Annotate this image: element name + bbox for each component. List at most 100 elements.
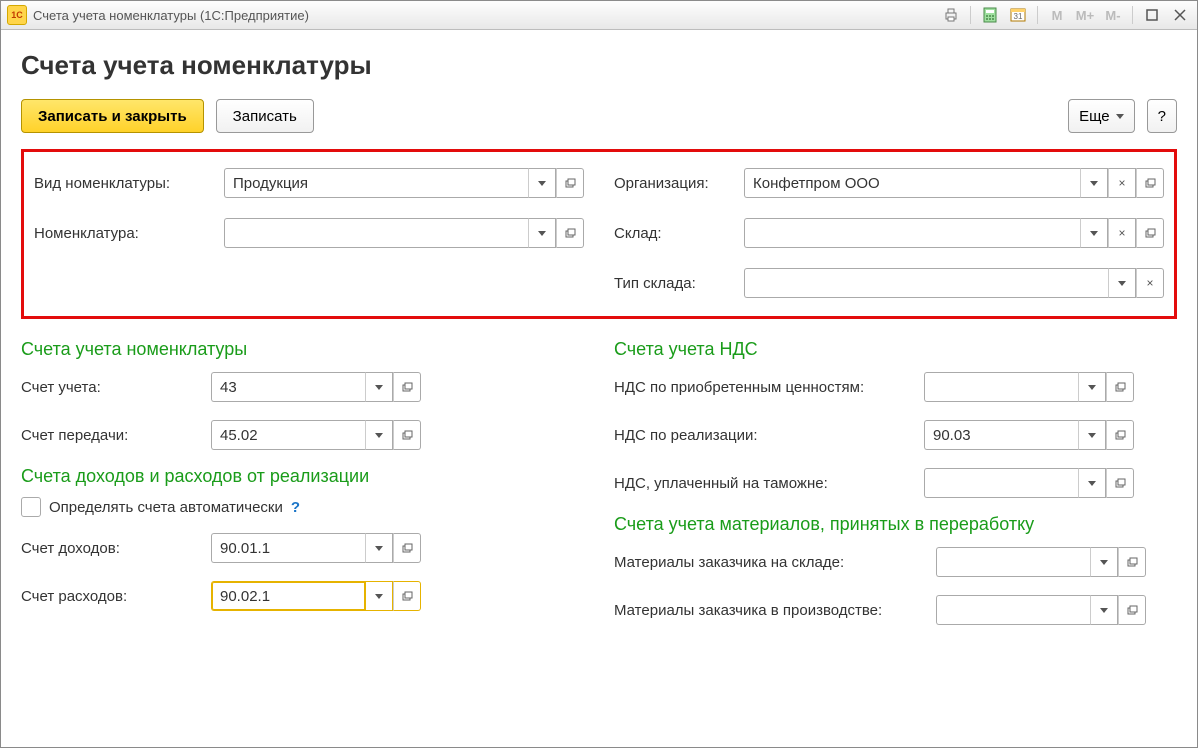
chevron-down-icon	[375, 594, 383, 599]
warehouse-input[interactable]	[744, 218, 1080, 248]
accounts-section-title: Счета учета номенклатуры	[21, 339, 584, 360]
vat-purchase-dropdown-button[interactable]	[1078, 372, 1106, 402]
kind-combo: Продукция	[224, 168, 584, 198]
chevron-down-icon	[1088, 481, 1096, 486]
expense-input[interactable]: 90.02.1	[211, 581, 365, 611]
income-label: Счет доходов:	[21, 540, 201, 557]
org-open-button[interactable]	[1136, 168, 1164, 198]
vat-customs-combo	[924, 468, 1134, 498]
mat-prod-input[interactable]	[936, 595, 1090, 625]
content: Счета учета номенклатуры Записать и закр…	[1, 30, 1197, 747]
nomen-open-button[interactable]	[556, 218, 584, 248]
mat-stock-combo	[936, 547, 1146, 577]
vat-sales-input[interactable]: 90.03	[924, 420, 1078, 450]
nomen-label: Номенклатура:	[34, 225, 214, 242]
chevron-down-icon	[1100, 560, 1108, 565]
mat-prod-label: Материалы заказчика в производстве:	[614, 602, 926, 619]
calculator-icon[interactable]	[979, 5, 1001, 25]
vat-sales-dropdown-button[interactable]	[1078, 420, 1106, 450]
save-and-close-label: Записать и закрыть	[38, 108, 187, 125]
vat-sales-open-button[interactable]	[1106, 420, 1134, 450]
vat-purchase-combo	[924, 372, 1134, 402]
open-icon	[1144, 177, 1156, 189]
app-window: 1C Счета учета номенклатуры (1С:Предприя…	[0, 0, 1198, 748]
chevron-down-icon	[538, 231, 546, 236]
warehouse-label: Склад:	[614, 225, 734, 242]
nomen-combo	[224, 218, 584, 248]
vat-customs-open-button[interactable]	[1106, 468, 1134, 498]
vat-customs-dropdown-button[interactable]	[1078, 468, 1106, 498]
wtype-clear-button[interactable]: ×	[1136, 268, 1164, 298]
save-label: Записать	[233, 108, 297, 125]
mat-stock-dropdown-button[interactable]	[1090, 547, 1118, 577]
open-icon	[401, 590, 413, 602]
vat-purchase-open-button[interactable]	[1106, 372, 1134, 402]
expense-open-button[interactable]	[393, 581, 421, 611]
chevron-down-icon	[375, 433, 383, 438]
transfer-open-button[interactable]	[393, 420, 421, 450]
kind-input[interactable]: Продукция	[224, 168, 528, 198]
mat-stock-open-button[interactable]	[1118, 547, 1146, 577]
memory-mplus-icon[interactable]: M+	[1074, 5, 1096, 25]
vat-purchase-label: НДС по приобретенным ценностям:	[614, 379, 914, 396]
open-icon	[1114, 381, 1126, 393]
income-input[interactable]: 90.01.1	[211, 533, 365, 563]
warehouse-clear-button[interactable]: ×	[1108, 218, 1136, 248]
account-label: Счет учета:	[21, 379, 201, 396]
page-title: Счета учета номенклатуры	[21, 50, 1177, 81]
mat-prod-dropdown-button[interactable]	[1090, 595, 1118, 625]
window-title: Счета учета номенклатуры (1С:Предприятие…	[33, 8, 309, 23]
chevron-down-icon	[375, 546, 383, 551]
expense-combo: 90.02.1	[211, 581, 421, 611]
titlebar: 1C Счета учета номенклатуры (1С:Предприя…	[1, 1, 1197, 30]
filter-group: Вид номенклатуры: Продукция Номенклатура…	[21, 149, 1177, 319]
income-dropdown-button[interactable]	[365, 533, 393, 563]
mat-prod-combo	[936, 595, 1146, 625]
vat-purchase-input[interactable]	[924, 372, 1078, 402]
maximize-icon[interactable]	[1141, 5, 1163, 25]
account-input[interactable]: 43	[211, 372, 365, 402]
memory-mminus-icon[interactable]: M-	[1102, 5, 1124, 25]
chevron-down-icon	[538, 181, 546, 186]
chevron-down-icon	[1116, 114, 1124, 119]
chevron-down-icon	[1090, 181, 1098, 186]
wtype-input[interactable]	[744, 268, 1108, 298]
kind-dropdown-button[interactable]	[528, 168, 556, 198]
org-clear-button[interactable]: ×	[1108, 168, 1136, 198]
save-button[interactable]: Записать	[216, 99, 314, 133]
wtype-dropdown-button[interactable]	[1108, 268, 1136, 298]
mat-prod-open-button[interactable]	[1118, 595, 1146, 625]
org-input[interactable]: Конфетпром ООО	[744, 168, 1080, 198]
warehouse-open-button[interactable]	[1136, 218, 1164, 248]
chevron-down-icon	[1088, 433, 1096, 438]
expense-dropdown-button[interactable]	[365, 581, 393, 611]
vat-sales-label: НДС по реализации:	[614, 427, 914, 444]
warehouse-dropdown-button[interactable]	[1080, 218, 1108, 248]
more-button[interactable]: Еще	[1068, 99, 1135, 133]
nomen-dropdown-button[interactable]	[528, 218, 556, 248]
close-icon[interactable]	[1169, 5, 1191, 25]
org-dropdown-button[interactable]	[1080, 168, 1108, 198]
org-combo: Конфетпром ООО ×	[744, 168, 1164, 198]
account-dropdown-button[interactable]	[365, 372, 393, 402]
open-icon	[401, 429, 413, 441]
help-label: ?	[1158, 108, 1166, 125]
open-icon	[1114, 477, 1126, 489]
help-button[interactable]: ?	[1147, 99, 1177, 133]
auto-detect-checkbox[interactable]	[21, 497, 41, 517]
mat-stock-input[interactable]	[936, 547, 1090, 577]
income-open-button[interactable]	[393, 533, 421, 563]
transfer-dropdown-button[interactable]	[365, 420, 393, 450]
vat-section-title: Счета учета НДС	[614, 339, 1177, 360]
transfer-input[interactable]: 45.02	[211, 420, 365, 450]
save-and-close-button[interactable]: Записать и закрыть	[21, 99, 204, 133]
account-open-button[interactable]	[393, 372, 421, 402]
calendar-icon[interactable]: 31	[1007, 5, 1029, 25]
income-section-title: Счета доходов и расходов от реализации	[21, 466, 584, 487]
auto-detect-hint-icon[interactable]: ?	[291, 499, 300, 516]
print-icon[interactable]	[940, 5, 962, 25]
nomen-input[interactable]	[224, 218, 528, 248]
memory-m-icon[interactable]: M	[1046, 5, 1068, 25]
vat-customs-input[interactable]	[924, 468, 1078, 498]
kind-open-button[interactable]	[556, 168, 584, 198]
